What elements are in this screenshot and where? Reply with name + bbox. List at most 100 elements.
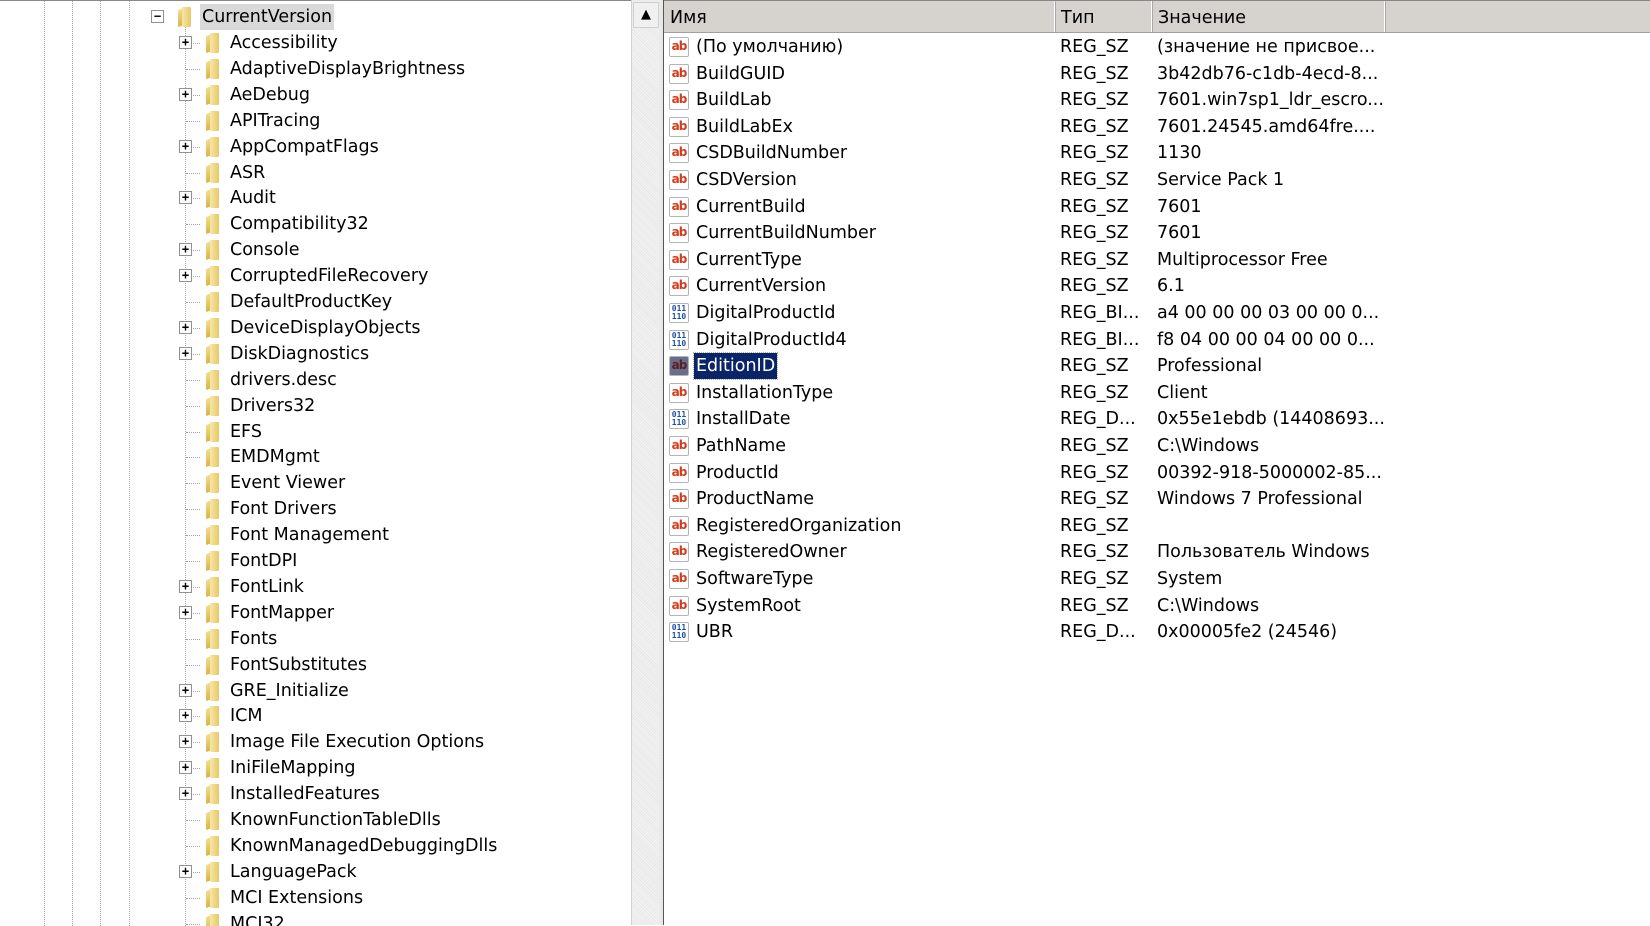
tree-node[interactable]: FontDPI — [0, 548, 631, 574]
value-row[interactable]: ab PathName REG_SZ C:\Windows — [664, 433, 1650, 459]
scroll-up-button[interactable]: ▲ — [633, 2, 659, 28]
value-row[interactable]: ab CSDBuildNumber REG_SZ 1130 — [664, 140, 1650, 166]
tree-node[interactable]: + Console — [0, 237, 631, 263]
expand-toggle[interactable]: + — [179, 605, 192, 619]
value-row[interactable]: ab RegisteredOwner REG_SZ Пользователь Wind… — [664, 539, 1650, 565]
column-header-type[interactable]: Тип — [1055, 1, 1152, 32]
tree-node[interactable]: EMDMgmt — [0, 444, 631, 470]
value-row[interactable]: ab BuildGUID REG_SZ 3b42db76-c1db-4ecd-8... — [664, 61, 1650, 87]
value-type: REG_SZ — [1060, 436, 1129, 456]
tree-node[interactable]: + InstalledFeatures — [0, 781, 631, 807]
tree-node[interactable]: + CorruptedFileRecovery — [0, 263, 631, 289]
tree-node[interactable]: KnownManagedDebuggingDlls — [0, 833, 631, 859]
tree-node[interactable]: KnownFunctionTableDlls — [0, 807, 631, 833]
value-row[interactable]: ab (По умолчанию) REG_SZ (значение не присв… — [664, 34, 1650, 60]
tree-node-label: Font Drivers — [230, 499, 337, 520]
tree-node-currentversion[interactable]: − CurrentVersion — [0, 4, 631, 30]
value-row[interactable]: ab CurrentBuild REG_SZ 7601 — [664, 194, 1650, 220]
expand-toggle[interactable]: + — [179, 761, 192, 775]
tree-node[interactable]: + FontLink — [0, 574, 631, 600]
tree-node-label: KnownManagedDebuggingDlls — [230, 835, 498, 856]
tree-node-label: CurrentVersion — [200, 4, 335, 30]
registry-key-tree[interactable]: − CurrentVersion + Accessibility AdaptiveD… — [0, 0, 631, 926]
folder-icon — [203, 913, 221, 926]
tree-node[interactable]: Fonts — [0, 626, 631, 652]
value-type: REG_SZ — [1060, 63, 1129, 84]
tree-connector — [186, 845, 200, 847]
tree-node[interactable]: Drivers32 — [0, 393, 631, 419]
value-row[interactable]: 011 110 DigitalProductId4 REG_BI... f8 04 00… — [664, 327, 1650, 353]
tree-node[interactable]: Compatibility32 — [0, 211, 631, 237]
value-row[interactable]: ab SystemRoot REG_SZ C:\Windows — [664, 593, 1650, 619]
tree-node-label: KnownFunctionTableDlls — [230, 810, 441, 830]
expand-toggle[interactable]: + — [179, 87, 192, 101]
expand-toggle[interactable]: + — [179, 735, 192, 749]
tree-vertical-scrollbar[interactable]: ▲ — [631, 0, 661, 925]
value-row[interactable]: ab InstallationType REG_SZ Client — [664, 380, 1650, 406]
value-row[interactable]: ab CurrentType REG_SZ Multiprocessor Free — [664, 247, 1650, 273]
value-row[interactable]: ab CurrentVersion REG_SZ 6.1 — [664, 273, 1650, 299]
tree-node[interactable]: + GRE_Initialize — [0, 678, 631, 704]
tree-node[interactable]: Font Management — [0, 522, 631, 548]
expand-toggle[interactable]: + — [179, 683, 192, 697]
value-row[interactable]: ab BuildLabEx REG_SZ 7601.24545.amd64fre...… — [664, 114, 1650, 140]
tree-node[interactable]: APITracing — [0, 108, 631, 134]
column-header-value[interactable]: Значение — [1152, 1, 1385, 32]
expand-toggle[interactable]: + — [179, 269, 192, 283]
expand-toggle[interactable]: + — [179, 243, 192, 257]
expand-toggle[interactable]: + — [179, 787, 192, 801]
value-name: SystemRoot — [696, 595, 801, 616]
value-row[interactable]: 011 110 DigitalProductId REG_BI... a4 00 00 … — [664, 300, 1650, 326]
value-row[interactable]: ab RegisteredOrganization REG_SZ — [664, 513, 1650, 539]
value-row[interactable]: ab CurrentBuildNumber REG_SZ 7601 — [664, 220, 1650, 246]
column-header-name[interactable]: Имя — [664, 1, 1055, 32]
folder-icon — [203, 84, 221, 105]
expand-toggle[interactable]: + — [179, 864, 192, 878]
tree-node[interactable]: EFS — [0, 419, 631, 445]
value-data: Windows 7 Professional — [1157, 489, 1363, 510]
value-row[interactable]: ab CSDVersion REG_SZ Service Pack 1 — [664, 167, 1650, 193]
value-row[interactable]: 011 110 UBR REG_D... 0x00005fe2 (24546) — [664, 619, 1650, 645]
value-name: BuildGUID — [696, 63, 785, 84]
value-name: BuildLabEx — [696, 116, 793, 137]
tree-node[interactable]: AdaptiveDisplayBrightness — [0, 56, 631, 82]
tree-node[interactable]: MCI32 — [0, 911, 631, 926]
tree-node[interactable]: Event Viewer — [0, 470, 631, 496]
tree-node[interactable]: + Accessibility — [0, 30, 631, 56]
collapse-toggle[interactable]: − — [151, 10, 164, 23]
expand-toggle[interactable]: + — [179, 346, 192, 360]
expand-toggle[interactable]: + — [179, 709, 192, 723]
value-name: UBR — [696, 622, 733, 643]
tree-node[interactable]: DefaultProductKey — [0, 289, 631, 315]
tree-node[interactable]: + AeDebug — [0, 82, 631, 108]
tree-node[interactable]: FontSubstitutes — [0, 652, 631, 678]
registry-values-list[interactable]: Имя Тип Значение ab (По умолчанию) REG_SZ (… — [664, 0, 1650, 926]
tree-node[interactable]: + DiskDiagnostics — [0, 341, 631, 367]
expand-toggle[interactable]: + — [179, 36, 192, 49]
expand-toggle[interactable]: + — [179, 191, 192, 205]
value-row[interactable]: ab BuildLab REG_SZ 7601.win7sp1_ldr_escro..… — [664, 87, 1650, 113]
tree-node[interactable]: drivers.desc — [0, 367, 631, 393]
value-row[interactable]: 011 110 InstallDate REG_D... 0x55e1ebdb (144… — [664, 406, 1650, 432]
expand-toggle[interactable]: + — [179, 139, 192, 153]
folder-icon — [203, 680, 221, 701]
tree-node[interactable]: + DeviceDisplayObjects — [0, 315, 631, 341]
tree-node[interactable]: + LanguagePack — [0, 859, 631, 885]
expand-toggle[interactable]: + — [179, 579, 192, 593]
value-row[interactable]: ab SoftwareType REG_SZ System — [664, 566, 1650, 592]
value-row[interactable]: ab ProductName REG_SZ Windows 7 Professiona… — [664, 486, 1650, 512]
tree-node[interactable]: Font Drivers — [0, 496, 631, 522]
tree-node[interactable]: + Audit — [0, 185, 631, 211]
tree-node[interactable]: + ICM — [0, 703, 631, 729]
tree-node[interactable]: MCI Extensions — [0, 885, 631, 911]
tree-node[interactable]: + FontMapper — [0, 600, 631, 626]
value-row[interactable]: ab EditionID REG_SZ Professional — [664, 352, 1650, 381]
value-row[interactable]: ab ProductId REG_SZ 00392-918-5000002-85... — [664, 460, 1650, 486]
expand-toggle[interactable]: + — [179, 320, 192, 334]
tree-node[interactable]: + IniFileMapping — [0, 755, 631, 781]
tree-node[interactable]: ASR — [0, 160, 631, 186]
tree-node[interactable]: + AppCompatFlags — [0, 134, 631, 160]
tree-connector — [186, 664, 200, 666]
tree-node[interactable]: + Image File Execution Options — [0, 729, 631, 755]
string-value-icon: ab — [669, 382, 689, 403]
